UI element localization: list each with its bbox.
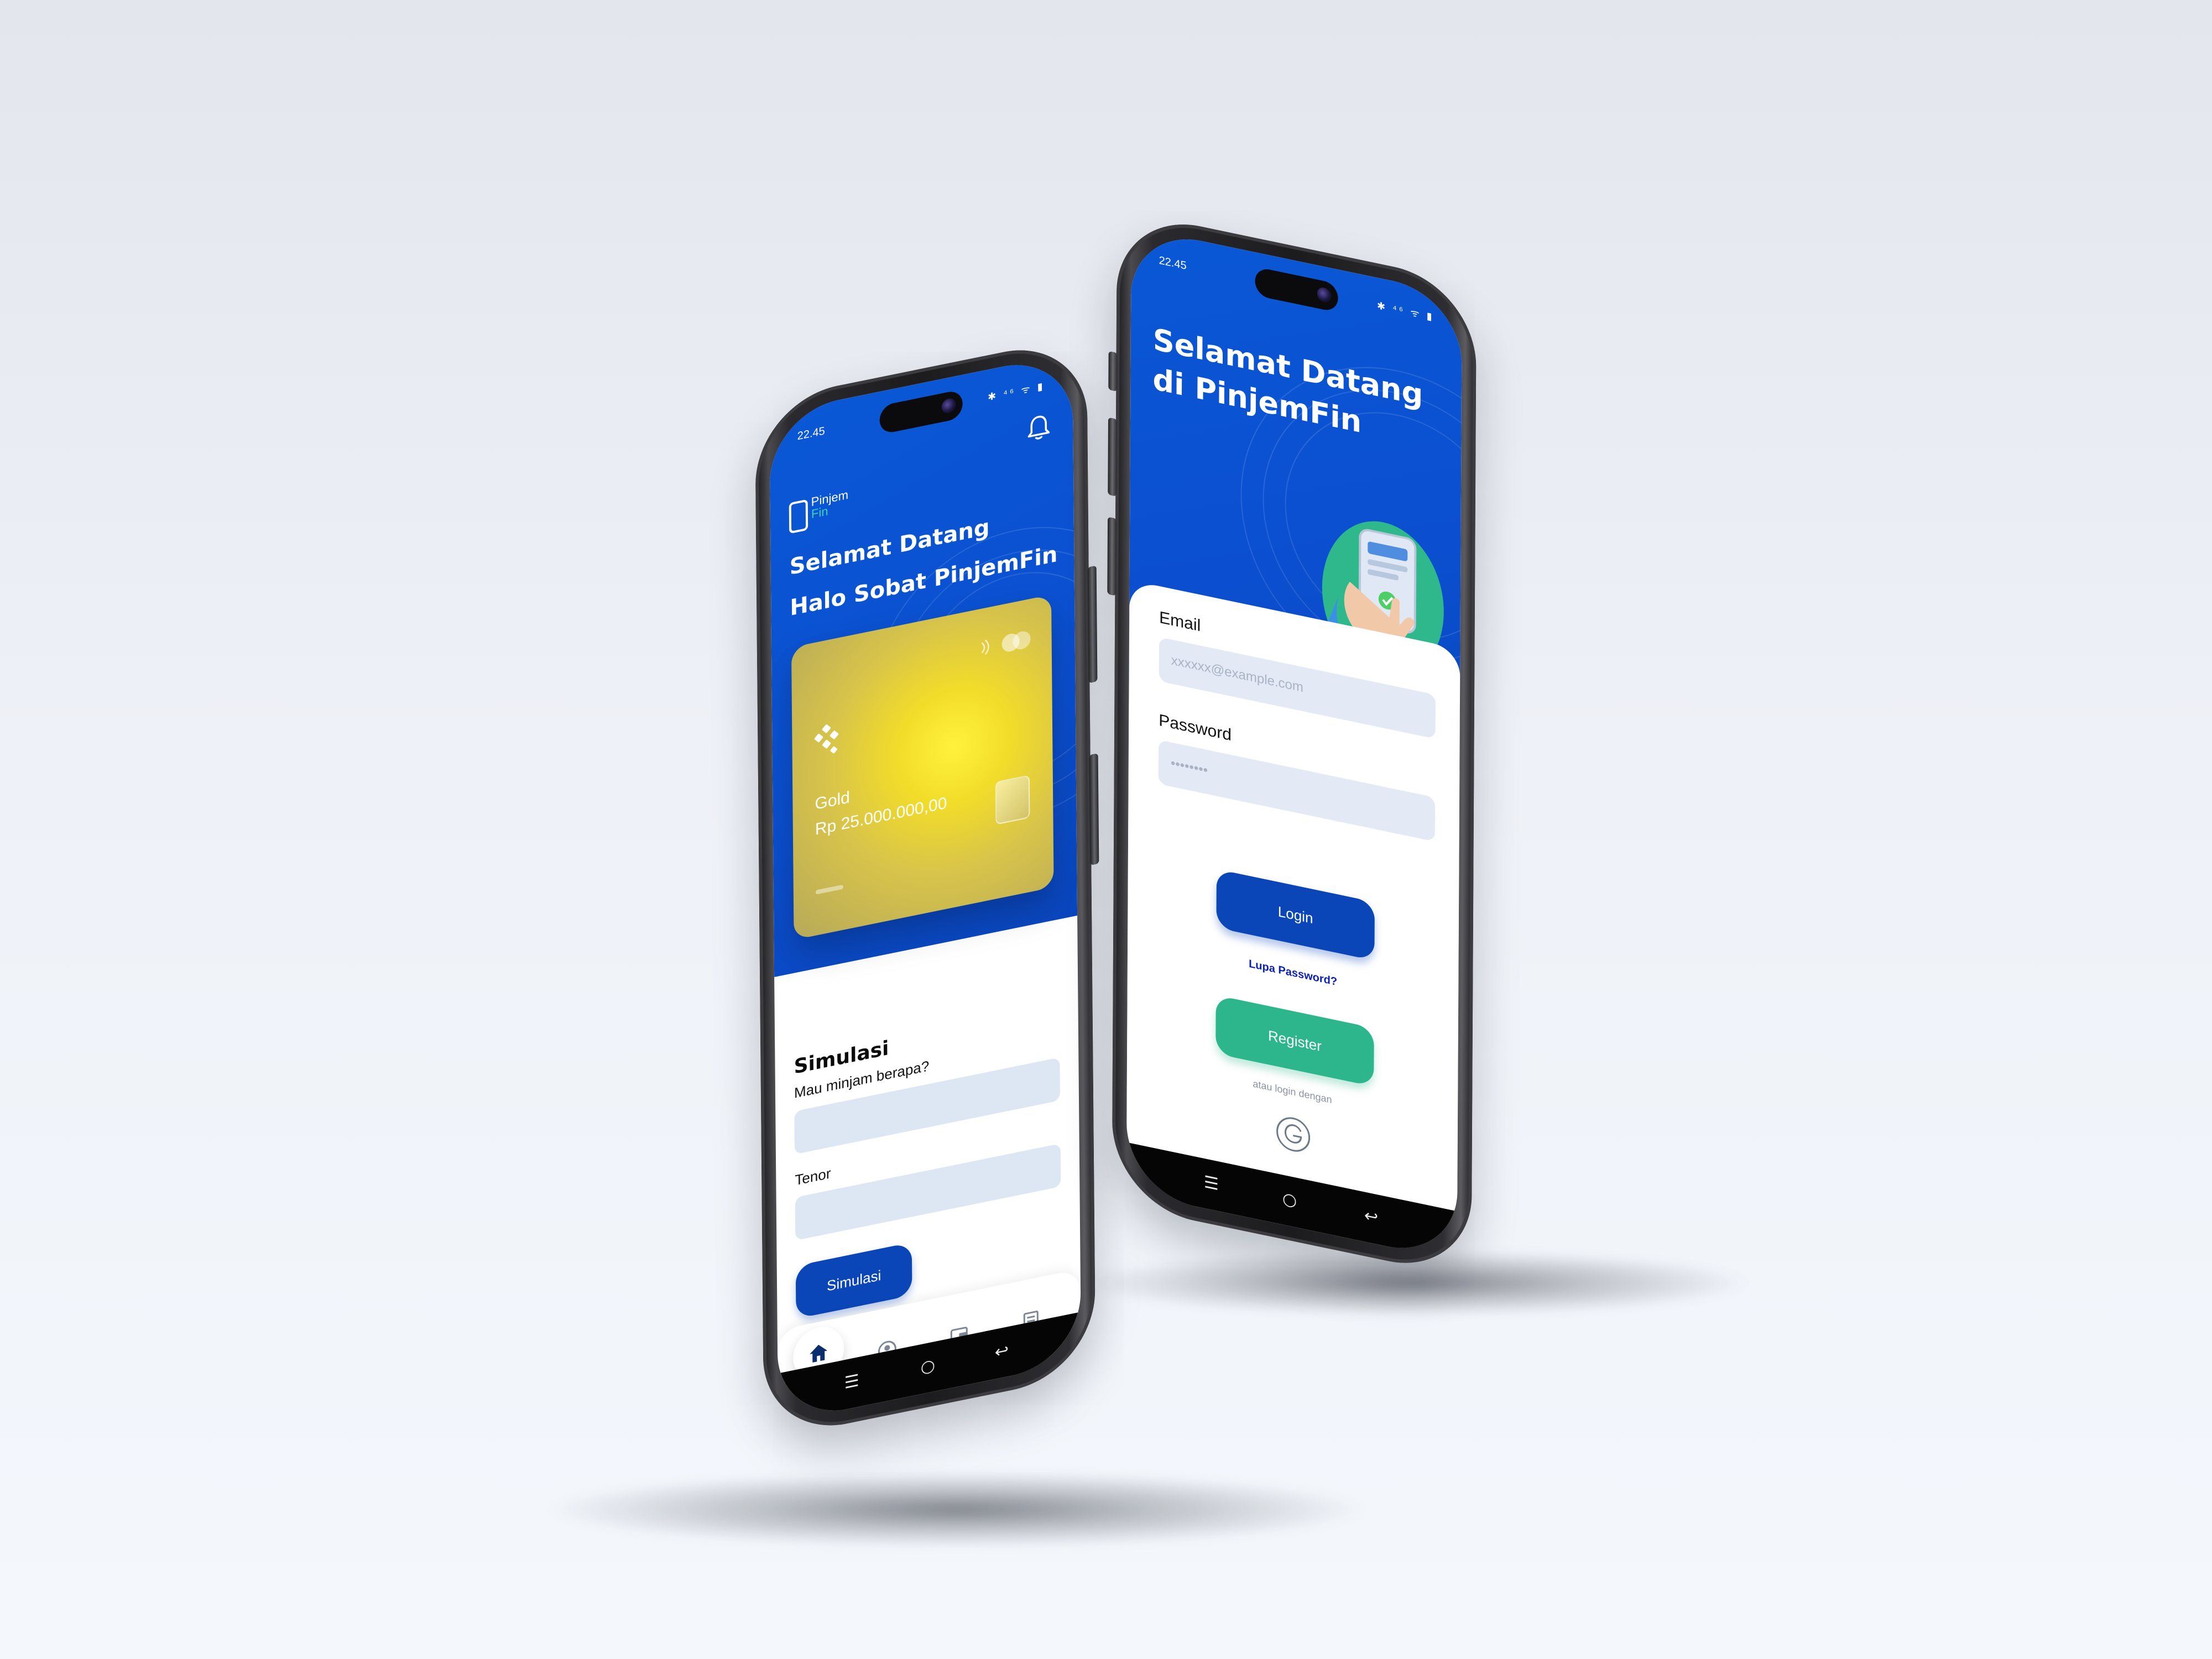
status-icons: ✱ ⁴⁶ ᯤ ▮: [987, 380, 1045, 403]
camera-icon: [941, 397, 956, 415]
card-tier: Gold: [815, 788, 851, 813]
phone-frame: 22.45 ✱ ⁴⁶ ᯤ ▮ Selamat Datang di PinjemF…: [1107, 209, 1477, 1279]
email-label: Email: [1159, 608, 1201, 635]
back-icon[interactable]: ↩: [1364, 1206, 1378, 1228]
password-field[interactable]: ••••••••: [1158, 739, 1436, 842]
volume-up-button: [1108, 417, 1118, 497]
power-button: [1089, 753, 1099, 865]
mute-switch: [1108, 351, 1118, 392]
home-icon: [810, 1344, 828, 1363]
phone-login-screen: 22.45 ✱ ⁴⁶ ᯤ ▮ Selamat Datang di PinjemF…: [1107, 209, 1477, 1279]
status-time: 22.45: [1159, 254, 1187, 273]
google-login-icon[interactable]: [1275, 1113, 1311, 1157]
contactless-icon: [981, 639, 989, 655]
card-holder-line: [815, 884, 843, 895]
volume-down-button: [1107, 517, 1117, 596]
recents-icon[interactable]: ☰: [844, 1371, 859, 1393]
tenor-label: Tenor: [795, 1165, 831, 1189]
camera-icon: [1317, 286, 1332, 304]
card-network-icon: [1001, 631, 1031, 652]
tenor-input[interactable]: [795, 1143, 1061, 1241]
home-nav-icon[interactable]: ○: [921, 1355, 935, 1378]
status-icons: ✱ ⁴⁶ ᯤ ▮: [1376, 300, 1434, 323]
volume-button: [1087, 565, 1098, 684]
recents-icon[interactable]: ☰: [1204, 1172, 1219, 1195]
logo-mark-icon: [789, 499, 808, 534]
card-brand-icon: [814, 724, 839, 754]
back-icon[interactable]: ↩: [995, 1340, 1009, 1363]
status-time: 22.45: [797, 425, 825, 443]
login-screen: 22.45 ✱ ⁴⁶ ᯤ ▮ Selamat Datang di PinjemF…: [1126, 226, 1462, 1261]
password-label: Password: [1159, 711, 1232, 745]
bell-icon[interactable]: [1026, 412, 1051, 444]
home-screen: 22.45 ✱ ⁴⁶ ᯤ ▮ Pinjem Fin Selamat Datang…: [769, 352, 1082, 1423]
chip-icon: [995, 775, 1030, 825]
loan-card[interactable]: Gold Rp 25.000.000,00: [791, 594, 1054, 940]
floor-shadow-left: [542, 1471, 1371, 1548]
phone-frame: 22.45 ✱ ⁴⁶ ᯤ ▮ Pinjem Fin Selamat Datang…: [755, 335, 1099, 1441]
home-nav-icon[interactable]: ○: [1282, 1188, 1297, 1211]
logo-text: Pinjem Fin: [811, 488, 849, 521]
phone-home-screen: 22.45 ✱ ⁴⁶ ᯤ ▮ Pinjem Fin Selamat Datang…: [755, 335, 1099, 1441]
